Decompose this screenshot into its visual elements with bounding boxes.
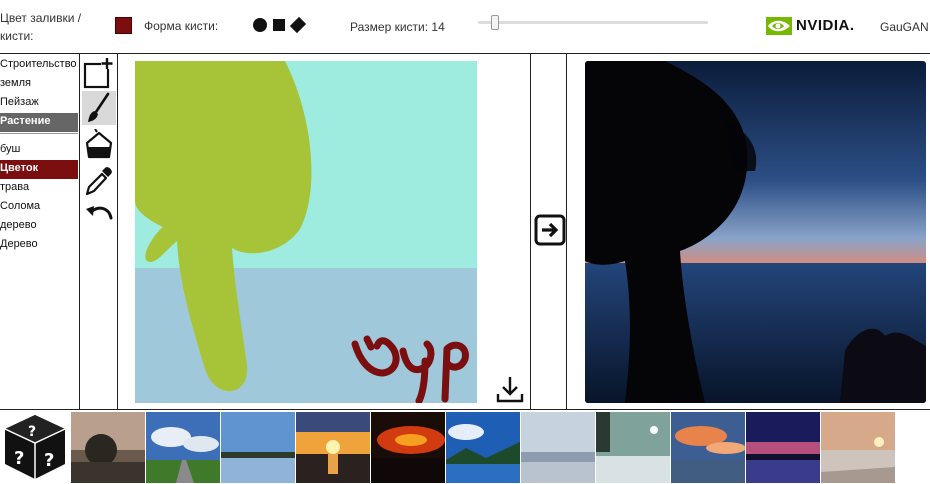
generated-image xyxy=(585,61,926,403)
subcategory-straw[interactable]: Солома xyxy=(0,198,78,217)
brush-size-label: Размер кисти: 14 xyxy=(350,20,445,34)
category-divider xyxy=(0,133,78,134)
category-landscape[interactable]: Пейзаж xyxy=(0,94,78,113)
random-example-button[interactable]: ? ? ? xyxy=(2,412,68,482)
svg-text:?: ? xyxy=(44,450,54,471)
square-icon[interactable] xyxy=(273,19,285,31)
category-ground[interactable]: земля xyxy=(0,75,78,94)
example-thumbnail[interactable] xyxy=(146,412,220,483)
sunset-sea-thumbnail xyxy=(296,412,370,483)
top-toolbar: Цвет заливки / кисти: Форма кисти: Разме… xyxy=(0,0,930,52)
brush-size-slider[interactable] xyxy=(478,14,708,32)
example-thumbnail[interactable] xyxy=(671,412,745,483)
eyedropper-button[interactable] xyxy=(82,164,116,198)
example-thumbnail[interactable] xyxy=(71,412,145,483)
example-strip: ? ? ? xyxy=(0,410,930,484)
fill-color-swatch[interactable] xyxy=(115,17,132,34)
category-list: Строительство земля Пейзаж Растение буш … xyxy=(0,56,78,255)
subcategory-bush[interactable]: буш xyxy=(0,141,78,160)
gaugan-app: Цвет заливки / кисти: Форма кисти: Разме… xyxy=(0,0,930,484)
generate-column xyxy=(530,54,567,409)
generate-button[interactable] xyxy=(534,214,566,246)
category-plant[interactable]: Растение xyxy=(0,113,78,132)
slider-track xyxy=(478,21,708,24)
segmentation-canvas[interactable] xyxy=(135,61,477,403)
example-thumbnail[interactable] xyxy=(296,412,370,483)
eyedropper-icon xyxy=(85,167,112,196)
circle-icon[interactable] xyxy=(253,18,267,32)
svg-text:?: ? xyxy=(28,424,36,440)
example-thumbnail[interactable] xyxy=(521,412,595,483)
paint-bucket-button[interactable] xyxy=(82,128,116,162)
dice-icon: ? ? ? xyxy=(4,415,66,479)
undo-button[interactable] xyxy=(82,199,116,233)
app-name: GauGAN xyxy=(880,20,929,34)
grey-beach-thumbnail xyxy=(521,412,595,483)
subcategory-tree[interactable]: Дерево xyxy=(0,236,78,255)
example-thumbnail[interactable] xyxy=(371,412,445,483)
example-thumbnail[interactable] xyxy=(221,412,295,483)
nvidia-eye-icon xyxy=(766,17,792,35)
undo-icon xyxy=(86,206,113,220)
example-thumbnail[interactable] xyxy=(446,412,520,483)
subcategory-wood[interactable]: дерево xyxy=(0,217,78,236)
red-sunset-thumbnail xyxy=(371,412,445,483)
generated-sunset-tree-image xyxy=(585,61,926,403)
dusk-trees-thumbnail xyxy=(71,412,145,483)
download-icon xyxy=(496,377,524,403)
subcategory-flower[interactable]: Цветок xyxy=(0,160,78,179)
canvas-drawing xyxy=(135,61,477,403)
new-canvas-button[interactable] xyxy=(82,56,116,90)
winter-lake-thumbnail xyxy=(596,412,670,483)
tool-column xyxy=(79,54,118,409)
top-divider xyxy=(0,53,930,54)
svg-text:?: ? xyxy=(14,448,24,469)
fill-color-label: Цвет заливки / кисти: xyxy=(0,11,82,43)
paint-bucket-icon xyxy=(85,129,113,159)
orange-clouds-thumbnail xyxy=(671,412,745,483)
brush-tool-button[interactable] xyxy=(82,91,116,125)
brush-icon xyxy=(88,92,110,122)
new-canvas-icon xyxy=(83,57,113,89)
download-button[interactable] xyxy=(495,374,525,404)
lake-blue-sky-thumbnail xyxy=(221,412,295,483)
brush-shape-label: Форма кисти: xyxy=(144,19,219,33)
blue-lake-thumbnail xyxy=(446,412,520,483)
road-clouds-thumbnail xyxy=(146,412,220,483)
example-thumbnail[interactable] xyxy=(821,412,895,483)
diamond-icon[interactable] xyxy=(289,16,307,34)
slider-thumb[interactable] xyxy=(491,15,499,30)
example-thumbnail[interactable] xyxy=(746,412,820,483)
beach-sunset-thumbnail xyxy=(821,412,895,483)
purple-sunset-thumbnail xyxy=(746,412,820,483)
subcategory-grass[interactable]: трава xyxy=(0,179,78,198)
nvidia-logo-text: NVIDIA. xyxy=(796,17,855,34)
category-building[interactable]: Строительство xyxy=(0,56,78,75)
example-thumbnail[interactable] xyxy=(596,412,670,483)
arrow-right-icon xyxy=(534,214,566,246)
